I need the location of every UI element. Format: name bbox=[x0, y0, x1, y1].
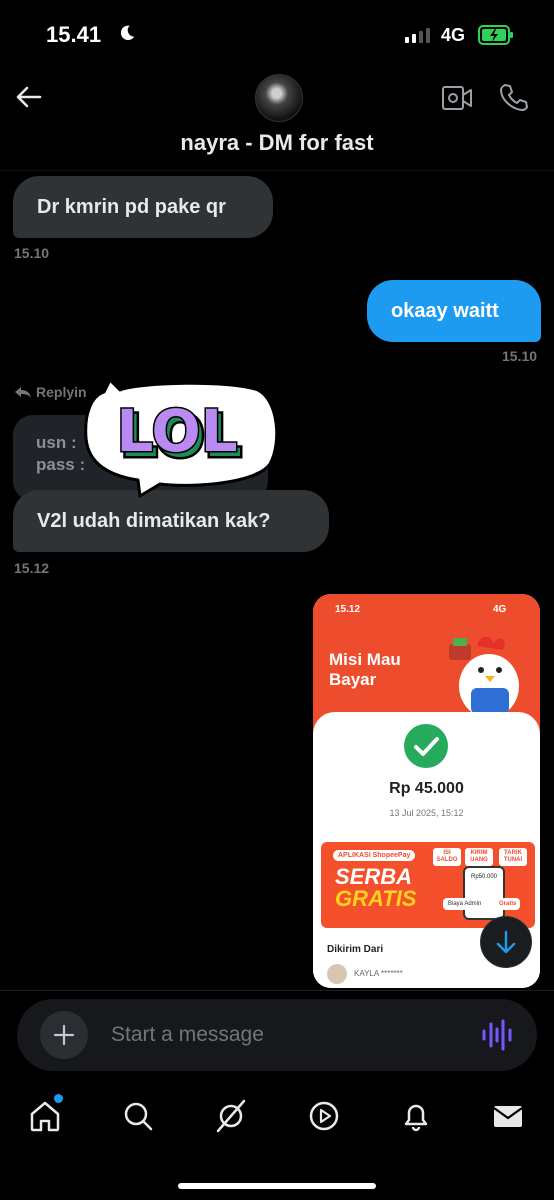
back-arrow-icon[interactable] bbox=[14, 82, 44, 112]
message-timestamp: 15.12 bbox=[14, 560, 50, 576]
replying-label: Replyin bbox=[14, 384, 87, 400]
message-bubble-outgoing[interactable]: okaay waitt bbox=[367, 280, 541, 342]
message-bubble-incoming[interactable]: Dr kmrin pd pake qr bbox=[13, 176, 273, 238]
sender-avatar bbox=[327, 964, 347, 984]
banner-phone-amount: Rp50.000 bbox=[470, 874, 498, 880]
grok-icon[interactable] bbox=[213, 1098, 249, 1134]
status-time: 15.41 bbox=[46, 22, 102, 47]
banner-chip: ISI SALDO bbox=[433, 848, 461, 866]
payment-date: 13 Jul 2025, 15:12 bbox=[389, 808, 464, 818]
message-text: Dr kmrin pd pake qr bbox=[37, 195, 226, 218]
home-icon[interactable] bbox=[27, 1098, 63, 1134]
voice-message-icon[interactable] bbox=[481, 1018, 513, 1052]
sticker-text: LOL bbox=[116, 397, 237, 465]
banner-phone: Rp50.000 bbox=[463, 866, 505, 920]
header-divider bbox=[0, 170, 554, 171]
notifications-icon[interactable] bbox=[398, 1098, 434, 1134]
message-timestamp: 15.10 bbox=[502, 348, 538, 364]
signal-icon bbox=[405, 28, 430, 43]
banner-line2: GRATIS bbox=[335, 886, 417, 911]
sender-name: KAYLA ******* bbox=[354, 969, 403, 978]
replying-text: Replyin bbox=[36, 384, 87, 400]
banner-headline: SERBA GRATIS bbox=[335, 866, 416, 910]
arrow-down-icon bbox=[496, 930, 516, 954]
quote-line: pass : bbox=[36, 455, 86, 474]
messages-icon[interactable] bbox=[490, 1098, 526, 1134]
network-label: 4G bbox=[441, 25, 466, 45]
video-icon[interactable] bbox=[306, 1098, 342, 1134]
chicken-mascot-icon bbox=[449, 636, 519, 718]
message-text: V2l udah dimatikan kak? bbox=[37, 509, 271, 532]
notification-dot bbox=[54, 1094, 63, 1103]
search-icon[interactable] bbox=[120, 1098, 156, 1134]
payment-amount: Rp 45.000 bbox=[389, 780, 464, 797]
banner-chip: TARIK TUNAI bbox=[499, 848, 527, 866]
plus-icon bbox=[53, 1024, 75, 1046]
battery-icon bbox=[478, 25, 513, 45]
add-attachment-button[interactable] bbox=[40, 1011, 88, 1059]
card-network: 4G bbox=[493, 604, 507, 615]
card-time: 15.12 bbox=[335, 604, 361, 615]
success-check-icon bbox=[404, 724, 448, 768]
sender-heading: Dikirim Dari bbox=[327, 944, 384, 955]
banner-chip: KIRIM UANG bbox=[465, 848, 493, 866]
message-text: okaay waitt bbox=[391, 299, 499, 322]
composer-divider bbox=[0, 990, 554, 991]
quote-line: usn : bbox=[36, 433, 77, 452]
banner-fee-label: Biaya Admin bbox=[443, 898, 487, 910]
message-input[interactable]: Start a message bbox=[111, 1023, 264, 1047]
message-composer[interactable] bbox=[17, 999, 537, 1071]
banner-free-label: Gratis bbox=[495, 898, 521, 910]
video-call-icon[interactable] bbox=[441, 84, 473, 112]
home-indicator bbox=[178, 1183, 376, 1189]
conversation-title[interactable]: nayra - DM for fast bbox=[0, 130, 554, 156]
banner-app-label: APLIKASI ShopeePay bbox=[333, 850, 416, 861]
lol-sticker: LOL LOL bbox=[84, 378, 279, 498]
phone-call-icon[interactable] bbox=[498, 82, 528, 112]
moon-icon bbox=[120, 25, 135, 41]
reply-arrow-icon bbox=[15, 387, 31, 398]
message-timestamp: 15.10 bbox=[14, 245, 50, 261]
card-title: Misi Mau Bayar bbox=[329, 650, 401, 689]
banner-line1: SERBA bbox=[335, 864, 413, 889]
scroll-to-bottom-button[interactable] bbox=[480, 916, 532, 968]
avatar[interactable] bbox=[255, 74, 303, 122]
